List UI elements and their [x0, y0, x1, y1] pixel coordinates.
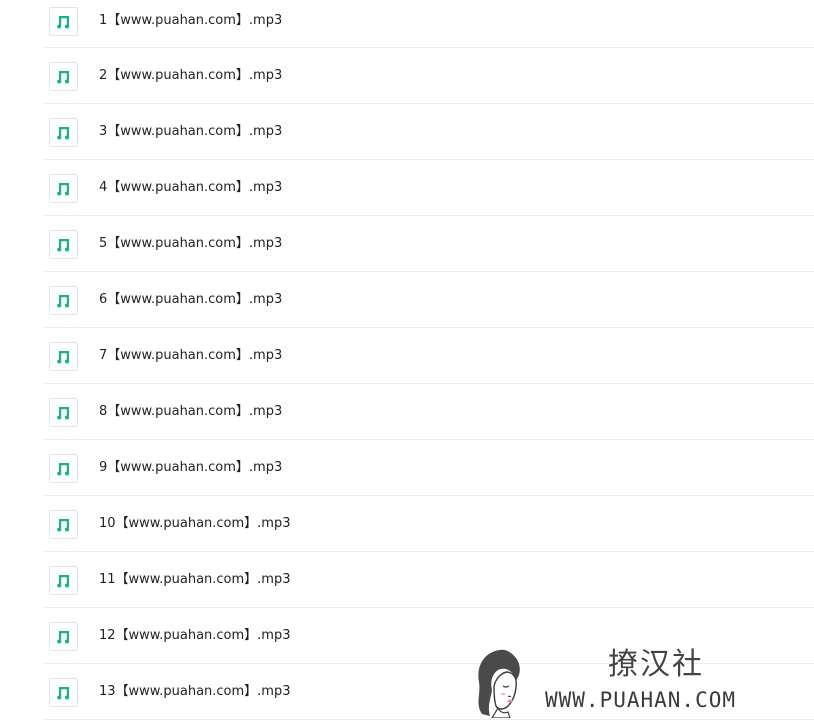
file-row[interactable]: 2【www.puahan.com】.mp3: [44, 48, 814, 104]
music-note-icon: [49, 174, 78, 203]
file-row[interactable]: 9【www.puahan.com】.mp3: [44, 440, 814, 496]
music-note-icon: [49, 454, 78, 483]
watermark-logo: 撩汉社 WWW.PUAHAN.COM: [470, 646, 800, 718]
music-note-icon: [49, 678, 78, 707]
music-note-icon: [49, 398, 78, 427]
file-name[interactable]: 13【www.puahan.com】.mp3: [99, 684, 291, 700]
music-note-icon: [49, 7, 78, 36]
file-row[interactable]: 7【www.puahan.com】.mp3: [44, 328, 814, 384]
file-name[interactable]: 3【www.puahan.com】.mp3: [99, 124, 282, 140]
file-name[interactable]: 6【www.puahan.com】.mp3: [99, 292, 282, 308]
music-note-icon: [49, 566, 78, 595]
file-row[interactable]: 5【www.puahan.com】.mp3: [44, 216, 814, 272]
file-name[interactable]: 10【www.puahan.com】.mp3: [99, 516, 291, 532]
file-name[interactable]: 9【www.puahan.com】.mp3: [99, 460, 282, 476]
file-name[interactable]: 5【www.puahan.com】.mp3: [99, 236, 282, 252]
music-note-icon: [49, 510, 78, 539]
music-note-icon: [49, 286, 78, 315]
file-row[interactable]: 10【www.puahan.com】.mp3: [44, 496, 814, 552]
music-note-icon: [49, 118, 78, 147]
file-name[interactable]: 11【www.puahan.com】.mp3: [99, 572, 291, 588]
watermark-brand-url: WWW.PUAHAN.COM: [545, 688, 737, 712]
file-row[interactable]: 4【www.puahan.com】.mp3: [44, 160, 814, 216]
file-row[interactable]: 6【www.puahan.com】.mp3: [44, 272, 814, 328]
file-name[interactable]: 12【www.puahan.com】.mp3: [99, 628, 291, 644]
music-note-icon: [49, 62, 78, 91]
music-note-icon: [49, 622, 78, 651]
file-name[interactable]: 4【www.puahan.com】.mp3: [99, 180, 282, 196]
file-name[interactable]: 8【www.puahan.com】.mp3: [99, 404, 282, 420]
file-list: 1【www.puahan.com】.mp3 2【www.puahan.com】.…: [44, 0, 814, 720]
watermark-brand-cn: 撩汉社: [608, 647, 704, 682]
file-name[interactable]: 2【www.puahan.com】.mp3: [99, 68, 282, 84]
music-note-icon: [49, 230, 78, 259]
file-name[interactable]: 1【www.puahan.com】.mp3: [99, 13, 282, 29]
file-row[interactable]: 1【www.puahan.com】.mp3: [44, 0, 814, 48]
file-row[interactable]: 3【www.puahan.com】.mp3: [44, 104, 814, 160]
woman-face-icon: [478, 649, 520, 718]
music-note-icon: [49, 342, 78, 371]
file-name[interactable]: 7【www.puahan.com】.mp3: [99, 348, 282, 364]
file-row[interactable]: 8【www.puahan.com】.mp3: [44, 384, 814, 440]
file-row[interactable]: 11【www.puahan.com】.mp3: [44, 552, 814, 608]
